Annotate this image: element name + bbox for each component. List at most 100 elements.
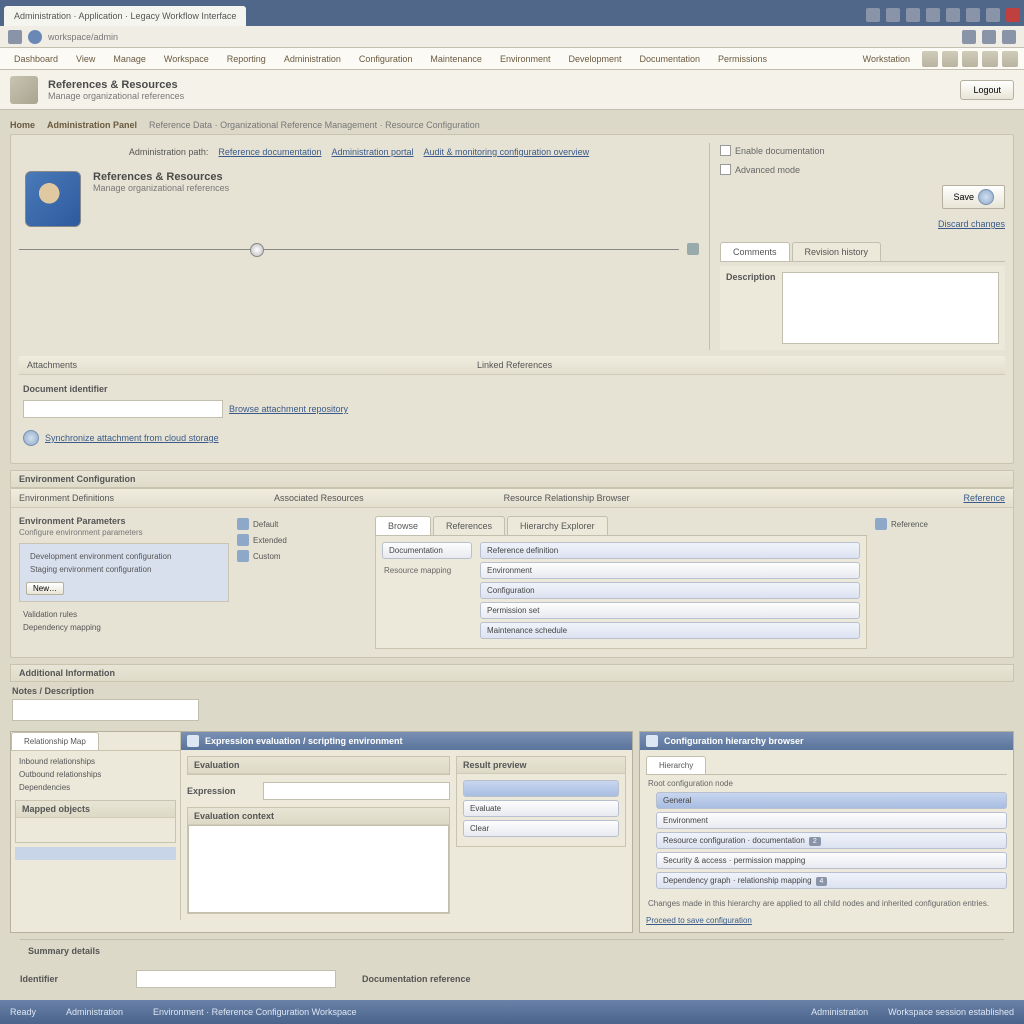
logout-icon[interactable]	[1002, 51, 1018, 67]
relmap-sel[interactable]	[15, 847, 176, 860]
notes-textarea[interactable]	[782, 272, 999, 344]
page-title: References & Resources	[48, 79, 950, 91]
tab-references[interactable]: References	[433, 516, 505, 535]
validation-link[interactable]: Validation rules	[19, 608, 229, 621]
menu-development[interactable]: Development	[560, 51, 629, 67]
audit-link[interactable]: Audit & monitoring configuration overvie…	[424, 147, 590, 157]
relmap-item[interactable]: Dependencies	[15, 781, 176, 794]
slider-end-icon	[687, 243, 699, 255]
breadcrumb-item[interactable]: Administration Panel	[47, 120, 137, 130]
menu-workspace[interactable]: Workspace	[156, 51, 217, 67]
help-icon[interactable]	[982, 51, 998, 67]
id-input[interactable]	[136, 970, 336, 988]
hier-node[interactable]: Environment	[656, 812, 1007, 829]
checkbox-enable-doc[interactable]	[720, 145, 731, 156]
hier-node[interactable]: Security & access · permission mapping	[656, 852, 1007, 869]
checkbox-advanced[interactable]	[720, 164, 731, 175]
browse-link[interactable]: Browse attachment repository	[229, 404, 348, 414]
tab-comments[interactable]: Comments	[720, 242, 790, 261]
browser-tab[interactable]: Administration · Application · Legacy Wo…	[4, 6, 246, 26]
toolbar-icon[interactable]	[966, 8, 980, 22]
badge: 4	[816, 877, 828, 886]
toolbar-icon[interactable]	[906, 8, 920, 22]
result-row[interactable]: Clear	[463, 820, 619, 837]
menu-view[interactable]: View	[68, 51, 103, 67]
avatar	[25, 171, 81, 227]
ref-link[interactable]: Reference	[963, 493, 1005, 503]
progress-slider[interactable]	[19, 249, 679, 250]
logout-button[interactable]: Logout	[960, 80, 1014, 100]
rel-node[interactable]: Documentation	[382, 542, 472, 559]
section-env: Environment Configuration	[10, 470, 1014, 488]
relmap-item[interactable]: Outbound relationships	[15, 768, 176, 781]
hier-title: Configuration hierarchy browser	[664, 736, 804, 746]
tab-revisions[interactable]: Revision history	[792, 242, 882, 261]
toolbar-icon[interactable]	[866, 8, 880, 22]
env-row[interactable]: Development environment configuration	[26, 550, 222, 563]
toolbar-icon[interactable]	[886, 8, 900, 22]
summary-title: Summary details	[20, 939, 1004, 959]
portal-link[interactable]: Administration portal	[331, 147, 413, 157]
rel-node[interactable]: Configuration	[480, 582, 860, 599]
hier-node[interactable]: Resource configuration · documentation2	[656, 832, 1007, 849]
rel-node[interactable]: Maintenance schedule	[480, 622, 860, 639]
menu-administration[interactable]: Administration	[276, 51, 349, 67]
relmap-item[interactable]: Inbound relationships	[15, 755, 176, 768]
gear-icon[interactable]	[942, 51, 958, 67]
tab-hier[interactable]: Hierarchy	[646, 756, 706, 774]
slider-thumb[interactable]	[250, 243, 264, 257]
tab-hierarchy[interactable]: Hierarchy Explorer	[507, 516, 608, 535]
hier-node[interactable]: General	[656, 792, 1007, 809]
res-item[interactable]: Custom	[237, 548, 367, 564]
menu-icon[interactable]	[1002, 30, 1016, 44]
cloud-sync-link[interactable]: Synchronize attachment from cloud storag…	[45, 433, 219, 443]
result-row[interactable]	[463, 780, 619, 797]
doc-link[interactable]: Reference documentation	[218, 147, 321, 157]
menu-manage[interactable]: Manage	[105, 51, 154, 67]
expr-eval-tab[interactable]: Evaluation	[188, 757, 449, 774]
hier-node[interactable]: Dependency graph · relationship mapping4	[656, 872, 1007, 889]
user-icon[interactable]	[922, 51, 938, 67]
result-row[interactable]: Evaluate	[463, 800, 619, 817]
eval-ctx-area[interactable]	[188, 825, 449, 913]
menu-permissions[interactable]: Permissions	[710, 51, 775, 67]
checkbox-label: Enable documentation	[735, 146, 825, 156]
bookmark-icon[interactable]	[982, 30, 996, 44]
ref-icon-row[interactable]: Reference	[875, 516, 1005, 532]
inbox-icon[interactable]	[962, 51, 978, 67]
hier-save-link[interactable]: Proceed to save configuration	[646, 916, 752, 925]
menu-reporting[interactable]: Reporting	[219, 51, 274, 67]
back-icon[interactable]	[8, 30, 22, 44]
rel-node[interactable]: Reference definition	[480, 542, 860, 559]
menu-dashboard[interactable]: Dashboard	[6, 51, 66, 67]
tab-relmap[interactable]: Relationship Map	[11, 732, 99, 750]
url-toolbar: workspace/admin	[0, 26, 1024, 48]
toolbar-icon[interactable]	[926, 8, 940, 22]
identity-sub: Manage organizational references	[93, 183, 229, 193]
notes-input[interactable]	[12, 699, 199, 721]
env-row[interactable]: Staging environment configuration	[26, 563, 222, 576]
expr-input[interactable]	[263, 782, 450, 800]
reload-icon[interactable]	[962, 30, 976, 44]
rel-node[interactable]: Environment	[480, 562, 860, 579]
doc-id-input[interactable]	[23, 400, 223, 418]
toolbar-icon[interactable]	[1006, 8, 1020, 22]
env-panel: Environment Definitions Associated Resou…	[10, 488, 1014, 658]
breadcrumb-item[interactable]: Home	[10, 120, 35, 130]
menu-maintenance[interactable]: Maintenance	[422, 51, 490, 67]
section-linked: Linked References	[477, 360, 552, 370]
res-item[interactable]: Extended	[237, 532, 367, 548]
relmap-item[interactable]	[15, 860, 176, 873]
rel-node[interactable]: Permission set	[480, 602, 860, 619]
menu-configuration[interactable]: Configuration	[351, 51, 421, 67]
new-env-button[interactable]: New…	[26, 582, 64, 595]
toolbar-icon[interactable]	[986, 8, 1000, 22]
discard-link[interactable]: Discard changes	[938, 219, 1005, 229]
tab-browse[interactable]: Browse	[375, 516, 431, 535]
menu-environment[interactable]: Environment	[492, 51, 559, 67]
res-item[interactable]: Default	[237, 516, 367, 532]
save-button[interactable]: Save	[942, 185, 1005, 209]
menu-documentation[interactable]: Documentation	[632, 51, 709, 67]
toolbar-icon[interactable]	[946, 8, 960, 22]
dep-map-link[interactable]: Dependency mapping	[19, 621, 229, 634]
